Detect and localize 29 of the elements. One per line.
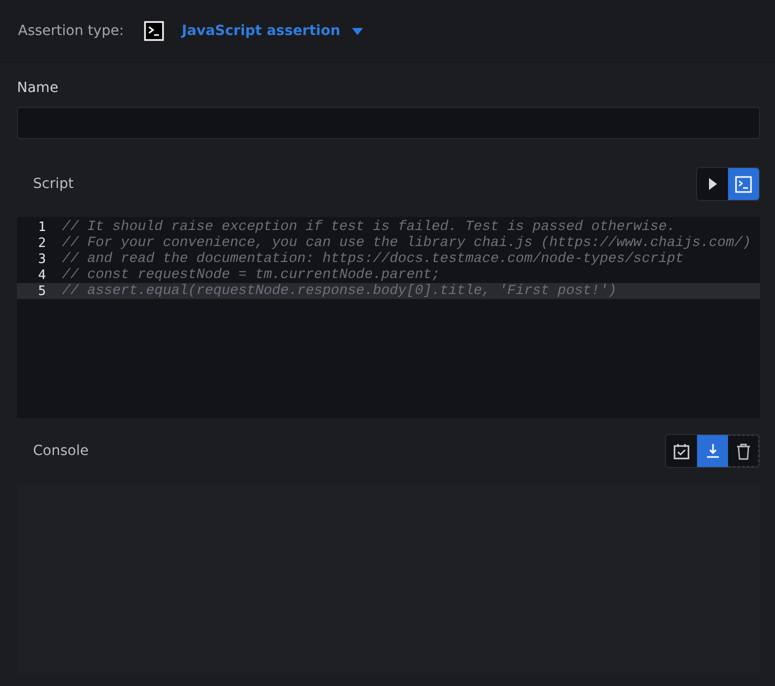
terminal-icon bbox=[735, 176, 752, 192]
line-number: 2 bbox=[37, 236, 46, 250]
line-number: 3 bbox=[37, 252, 46, 266]
terminal-button[interactable] bbox=[728, 168, 759, 200]
calendar-check-icon bbox=[673, 442, 690, 460]
code-comment: // and read the documentation: https://docs.testmace.com/node-types/script bbox=[62, 251, 684, 267]
code-comment: // It should raise exception if test is failed. Test is passed otherwise. bbox=[62, 219, 676, 235]
line-number: 1 bbox=[37, 220, 46, 234]
download-icon bbox=[704, 443, 720, 459]
code-comment: // assert.equal(requestNode.response.body[0].title, 'First post!') bbox=[62, 283, 616, 299]
code-comment: // For your convenience, you can use the library chai.js (https://www.chaijs.com/) bbox=[62, 235, 751, 251]
code-editor[interactable] bbox=[17, 217, 760, 418]
calendar-button[interactable] bbox=[666, 435, 697, 467]
terminal-icon bbox=[144, 21, 164, 41]
script-label: Script bbox=[33, 176, 74, 192]
run-button[interactable] bbox=[697, 168, 728, 200]
name-input-field[interactable] bbox=[17, 107, 760, 139]
console-label: Console bbox=[33, 443, 89, 459]
line-number: 4 bbox=[37, 268, 46, 282]
delete-button[interactable] bbox=[728, 435, 759, 467]
play-icon bbox=[708, 178, 718, 190]
assertion-type-label: Assertion type: bbox=[18, 23, 124, 39]
assertion-type-dropdown[interactable]: JavaScript assertion bbox=[182, 23, 364, 39]
caret-icon bbox=[352, 28, 364, 34]
trash-icon bbox=[736, 442, 750, 460]
name-label: Name bbox=[17, 80, 60, 98]
line-number: 5 bbox=[37, 284, 46, 298]
download-button[interactable] bbox=[697, 435, 728, 467]
code-comment: // const requestNode = tm.currentNode.parent; bbox=[62, 267, 440, 283]
